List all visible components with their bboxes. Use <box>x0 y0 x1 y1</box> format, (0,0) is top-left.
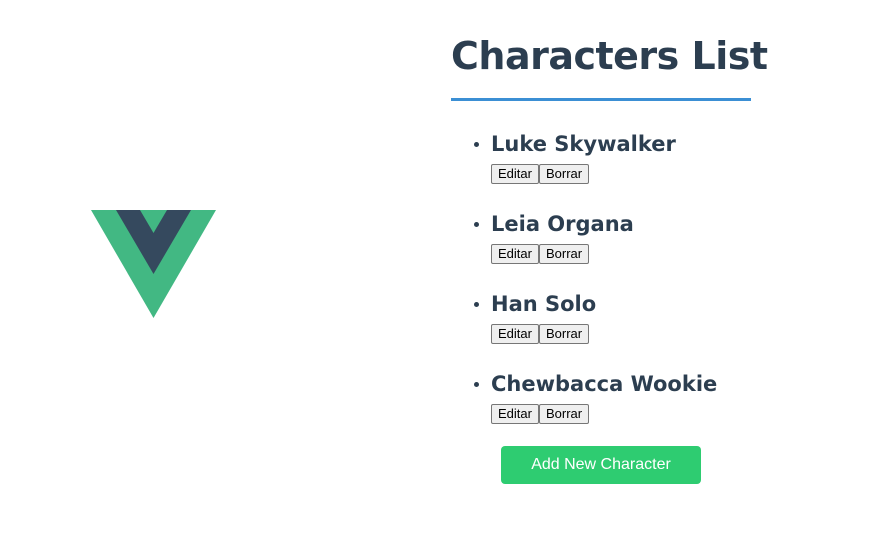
delete-button[interactable]: Borrar <box>538 404 590 424</box>
add-character-button[interactable]: Add New Character <box>501 446 701 484</box>
list-item: Leia Organa Editar Borrar <box>451 208 771 288</box>
characters-panel: Characters List Luke Skywalker Editar Bo… <box>451 30 768 484</box>
edit-button[interactable]: Editar <box>491 244 539 264</box>
page: Characters List Luke Skywalker Editar Bo… <box>0 0 869 533</box>
bullet-icon <box>474 142 479 147</box>
list-item: Chewbacca Wookie Editar Borrar <box>451 368 771 448</box>
edit-button[interactable]: Editar <box>491 404 539 424</box>
bullet-icon <box>474 222 479 227</box>
item-actions: Editar Borrar <box>491 164 771 184</box>
character-name: Luke Skywalker <box>491 132 676 156</box>
delete-button[interactable]: Borrar <box>538 244 590 264</box>
character-name: Chewbacca Wookie <box>491 372 718 396</box>
vue-logo-icon <box>91 210 216 318</box>
item-actions: Editar Borrar <box>491 324 771 344</box>
bullet-icon <box>474 302 479 307</box>
title-underline <box>451 98 751 101</box>
delete-button[interactable]: Borrar <box>538 324 590 344</box>
bullet-icon <box>474 382 479 387</box>
list-item: Luke Skywalker Editar Borrar <box>451 128 771 208</box>
edit-button[interactable]: Editar <box>491 164 539 184</box>
item-actions: Editar Borrar <box>491 244 771 264</box>
page-title: Characters List <box>451 34 768 78</box>
character-name: Leia Organa <box>491 212 634 236</box>
delete-button[interactable]: Borrar <box>538 164 590 184</box>
characters-list: Luke Skywalker Editar Borrar Leia Organa… <box>451 128 771 448</box>
character-name: Han Solo <box>491 292 597 316</box>
item-actions: Editar Borrar <box>491 404 771 424</box>
edit-button[interactable]: Editar <box>491 324 539 344</box>
list-item: Han Solo Editar Borrar <box>451 288 771 368</box>
